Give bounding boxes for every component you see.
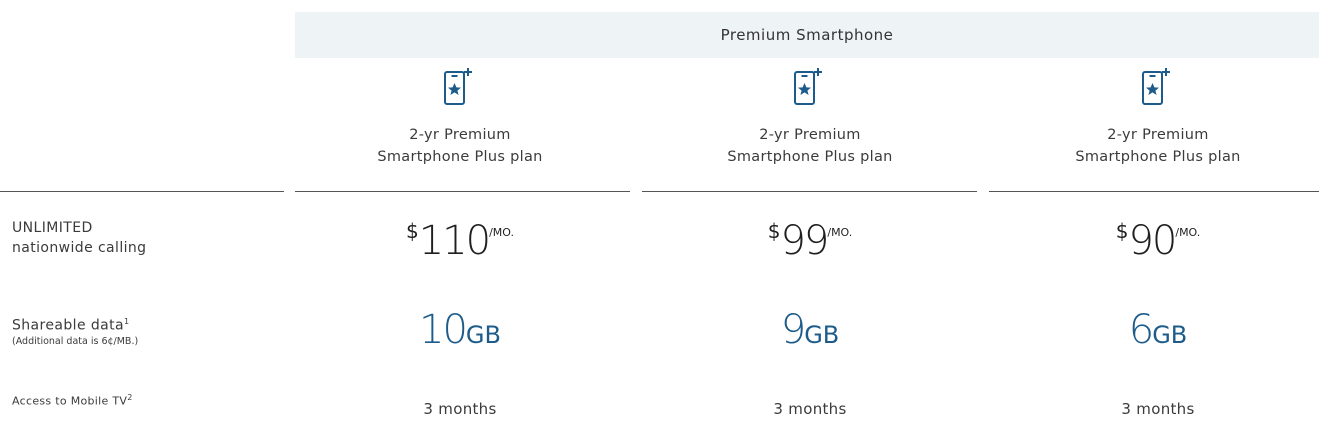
data-unit: GB	[1152, 321, 1188, 349]
plan-column-header: 2-yr Premium Smartphone Plus plan	[660, 66, 960, 168]
mobile-tv-label: Access to Mobile TV	[12, 394, 128, 408]
data-amount: 10	[419, 307, 468, 353]
row-label-data: Shareable data1 (Additional data is 6¢/M…	[12, 312, 138, 348]
row-divider	[989, 191, 1319, 192]
row-divider	[0, 191, 284, 192]
price-period: /MO.	[827, 226, 853, 239]
smartphone-star-plus-icon	[1142, 68, 1170, 105]
row-divider	[295, 191, 630, 192]
row-divider	[642, 191, 977, 192]
data-unit: GB	[465, 321, 501, 349]
smartphone-star-plus-icon	[444, 68, 472, 105]
row-label-calling: UNLIMITED nationwide calling	[12, 218, 146, 258]
plan-name-line1: 2-yr Premium	[759, 127, 861, 143]
calling-label-line2: nationwide calling	[12, 240, 147, 256]
plan-group-title: Premium Smartphone	[720, 26, 894, 44]
price: $90/MO.	[1008, 218, 1308, 264]
plan-group-header: Premium Smartphone	[295, 12, 1319, 58]
plan-column-header: 2-yr Premium Smartphone Plus plan	[1008, 66, 1308, 168]
data-label: Shareable data	[12, 317, 124, 334]
data-note: (Additional data is 6¢/MB.)	[12, 335, 139, 347]
data-allowance: 6GB	[1008, 307, 1308, 353]
price-currency: $	[1115, 219, 1129, 243]
price-period: /MO.	[1175, 226, 1201, 239]
mobile-tv-duration: 3 months	[423, 400, 497, 418]
data-allowance: 10GB	[310, 307, 610, 353]
price-period: /MO.	[489, 226, 514, 239]
row-label-mobile-tv: Access to Mobile TV2	[12, 393, 132, 408]
calling-label-line1: UNLIMITED	[12, 220, 93, 236]
data-amount: 6	[1128, 307, 1154, 353]
plan-name-line2: Smartphone Plus plan	[727, 149, 893, 165]
data-allowance: 9GB	[660, 307, 960, 353]
price-currency: $	[767, 219, 781, 243]
mobile-tv-duration: 3 months	[1121, 400, 1195, 418]
price: $110/MO.	[310, 218, 610, 264]
plan-name-line2: Smartphone Plus plan	[377, 149, 543, 165]
price: $99/MO.	[660, 218, 960, 264]
price-amount: 110	[418, 218, 491, 264]
smartphone-star-plus-icon	[794, 68, 822, 105]
plan-name-line1: 2-yr Premium	[409, 127, 511, 143]
data-amount: 9	[780, 307, 806, 353]
price-currency: $	[406, 219, 419, 243]
price-amount: 99	[780, 218, 829, 264]
price-amount: 90	[1128, 218, 1177, 264]
mobile-tv-duration: 3 months	[773, 400, 847, 418]
plan-name-line2: Smartphone Plus plan	[1075, 149, 1241, 165]
footnote-marker: 1	[123, 317, 130, 326]
plan-column-header: 2-yr Premium Smartphone Plus plan	[310, 66, 610, 168]
data-unit: GB	[804, 321, 840, 349]
plan-name-line1: 2-yr Premium	[1107, 127, 1209, 143]
footnote-marker: 2	[127, 393, 133, 402]
